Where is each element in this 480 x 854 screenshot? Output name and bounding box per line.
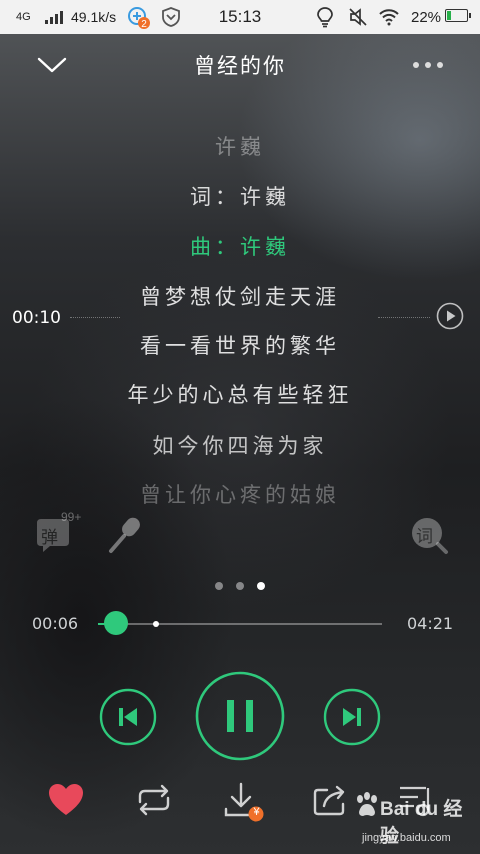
clock: 15:13: [218, 7, 262, 26]
more-dots-icon[interactable]: [408, 52, 448, 78]
download-icon[interactable]: ¥: [220, 780, 266, 824]
progress-thumb[interactable]: [104, 611, 128, 635]
baidu-jingyan-watermark: Bai du 经验 jingyan.baidu.com: [352, 780, 478, 850]
seek-guide-right: [378, 317, 430, 318]
heart-icon[interactable]: [46, 780, 86, 820]
pause-icon: [195, 671, 285, 761]
share-icon[interactable]: [310, 780, 350, 820]
battery-icon: [445, 9, 471, 22]
mute-icon: [347, 0, 369, 34]
pause-button[interactable]: [194, 670, 286, 762]
lyric-line: 曾让你心疼的姑娘: [140, 483, 340, 507]
battery-percent: 22%: [411, 8, 442, 26]
lyric-line: 如今你四海为家: [152, 434, 328, 458]
watermark-url: jingyan.baidu.com: [362, 832, 451, 844]
baidu-paw-icon: [357, 792, 377, 816]
bulb-icon: [316, 0, 334, 34]
page-dot[interactable]: [215, 582, 223, 590]
page-indicator: [0, 582, 480, 590]
lyric-line-current: 曲：许巍: [190, 235, 290, 259]
total-time: 04:21: [407, 614, 454, 633]
elapsed-time: 00:06: [32, 614, 79, 633]
play-from-line-icon[interactable]: [436, 302, 464, 330]
previous-track-icon: [99, 688, 157, 746]
lyric-line: 曾梦想仗剑走天涯: [140, 285, 340, 309]
danmaku-button[interactable]: 弹 99+: [34, 510, 90, 556]
next-button[interactable]: [323, 688, 381, 746]
buffer-marker: [153, 621, 159, 627]
page-dot[interactable]: [236, 582, 244, 590]
microphone-icon[interactable]: [104, 514, 144, 556]
download-badge: ¥: [253, 806, 260, 818]
lyric-search-label: 词: [416, 527, 433, 547]
lyric-seek-time: 00:10: [12, 308, 61, 328]
danmaku-count: 99+: [61, 510, 82, 524]
next-track-icon: [323, 688, 381, 746]
seek-guide-left: [70, 317, 120, 318]
lyric-search-button[interactable]: 词: [408, 514, 450, 556]
lyric-line: 年少的心总有些轻狂: [127, 383, 353, 407]
previous-button[interactable]: [99, 688, 157, 746]
lyric-line: 许巍: [215, 135, 265, 159]
page-dot-active[interactable]: [257, 582, 265, 590]
wifi-icon: [378, 0, 400, 34]
danmaku-label: 弹: [41, 528, 58, 548]
status-bar: 4G 49.1k/s 2 15:13 22%: [0, 0, 480, 34]
repeat-icon[interactable]: [132, 780, 176, 820]
lyric-line: 词：许巍: [190, 185, 290, 209]
progress-track[interactable]: [98, 623, 382, 625]
lyric-line: 看一看世界的繁华: [140, 334, 340, 358]
